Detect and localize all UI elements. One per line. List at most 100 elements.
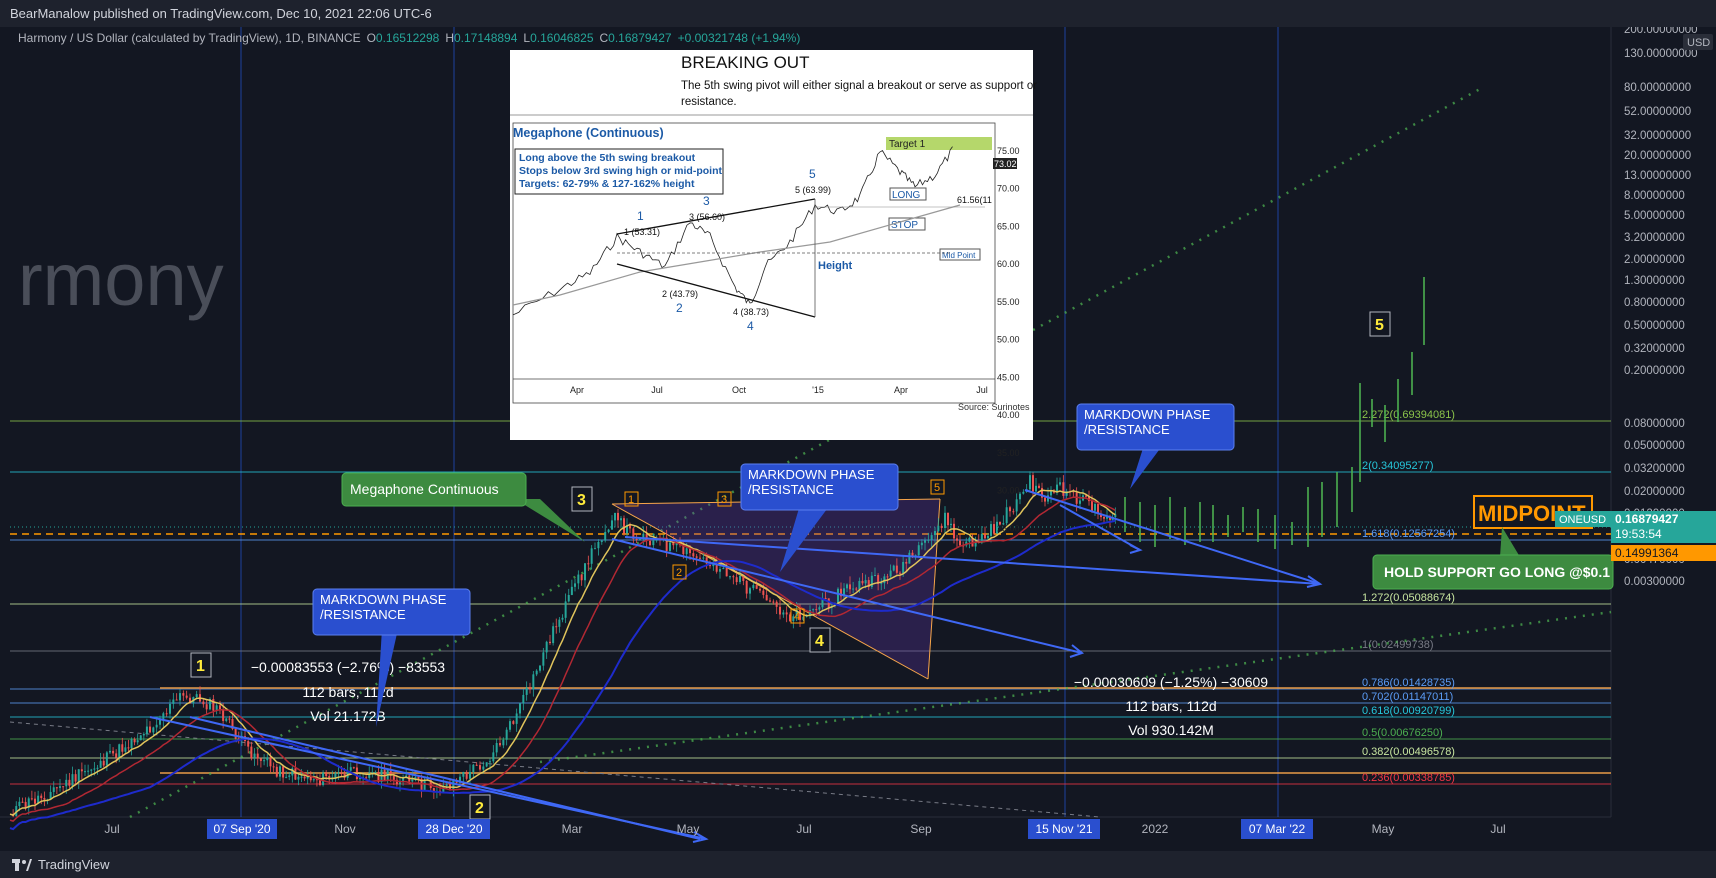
fib-label: 2.272(0.69394081)	[1362, 409, 1455, 421]
fib-label: 2(0.34095277)	[1362, 460, 1434, 472]
price-tick: 0.03200000	[1624, 463, 1685, 475]
svg-text:BREAKING OUT: BREAKING OUT	[681, 53, 809, 72]
inset-y-tick: 45.00	[997, 372, 1020, 382]
price-tick: 32.00000000	[1624, 130, 1691, 142]
footer-bar: TradingView	[0, 851, 1716, 878]
inset-y-tick: 50.00	[997, 335, 1020, 345]
symbol-title: Harmony / US Dollar (calculated by Tradi…	[18, 31, 361, 45]
svg-text:4: 4	[815, 633, 824, 650]
time-tick: May	[1372, 822, 1395, 836]
low-value: 0.16046825	[530, 31, 594, 45]
change-value: +0.00321748 (+1.94%)	[678, 31, 801, 45]
publisher-text: BearManalow published on TradingView.com…	[10, 6, 432, 21]
svg-text:07 Sep '20: 07 Sep '20	[213, 822, 270, 836]
price-tick: 13.00000000	[1624, 170, 1691, 182]
svg-text:2: 2	[676, 567, 682, 579]
inset-y-tick: 70.00	[997, 184, 1020, 194]
measure-1-vol: Vol 21.172B	[310, 708, 386, 724]
svg-text:73.02: 73.02	[994, 159, 1017, 169]
svg-text:STOP: STOP	[891, 220, 918, 231]
svg-text:Height: Height	[818, 260, 853, 272]
svg-text:5 (63.99): 5 (63.99)	[795, 185, 831, 195]
price-tick: 0.20000000	[1624, 365, 1685, 377]
inset-x-tick: Jul	[651, 385, 663, 395]
time-tick: Mar	[562, 822, 583, 836]
time-tick: Sep	[910, 822, 932, 836]
svg-text:Megaphone (Continuous): Megaphone (Continuous)	[513, 126, 664, 140]
svg-text:3: 3	[703, 194, 710, 208]
fib-label: 0.5(0.00676250)	[1362, 727, 1443, 739]
price-tick: 2.00000000	[1624, 254, 1685, 266]
svg-text:3: 3	[721, 494, 727, 506]
measure-2-vol: Vol 930.142M	[1128, 722, 1214, 738]
chart-canvas[interactable]: rmony Harmony / US Dollar (calculated by…	[0, 24, 1716, 851]
price-tick: 0.08000000	[1624, 418, 1685, 430]
svg-text:ONEUSD: ONEUSD	[1559, 514, 1606, 526]
symbol-legend: Harmony / US Dollar (calculated by Tradi…	[18, 31, 800, 45]
inset-y-tick: 65.00	[997, 221, 1020, 231]
svg-text:61.56(11: 61.56(11	[957, 195, 992, 205]
measure-1-change: −0.00083553 (−2.76%) −83553	[251, 659, 445, 675]
svg-text:Long above the 5th swing break: Long above the 5th swing breakout	[519, 152, 696, 164]
price-tick: 0.50000000	[1624, 320, 1685, 332]
price-tick: 1.30000000	[1624, 275, 1685, 287]
inset-x-tick: Oct	[732, 385, 747, 395]
inset-y-tick: 25.00	[997, 523, 1020, 533]
svg-text:2 (43.79): 2 (43.79)	[662, 289, 698, 299]
svg-text:Mid Point: Mid Point	[942, 251, 976, 260]
svg-text:Target 1: Target 1	[889, 139, 926, 150]
inset-y-tick: 55.00	[997, 297, 1020, 307]
currency-label[interactable]: USD	[1687, 37, 1710, 49]
tradingview-logo[interactable]: TradingView	[12, 851, 110, 878]
svg-text:28 Dec '20: 28 Dec '20	[426, 822, 483, 836]
svg-text:5: 5	[934, 482, 940, 494]
close-value: 0.16879427	[608, 31, 672, 45]
svg-text:Stops below 3rd swing high or: Stops below 3rd swing high or mid-point	[519, 165, 722, 177]
symbol-watermark: rmony	[18, 238, 224, 321]
svg-text:The 5th swing pivot will eithe: The 5th swing pivot will either signal a…	[681, 80, 1037, 92]
fib-label: 1(0.02499738)	[1362, 639, 1434, 651]
measure-2-change: −0.00030609 (−1.25%) −30609	[1074, 674, 1268, 690]
svg-text:3: 3	[577, 492, 586, 509]
fib-label: 0.382(0.00496578)	[1362, 746, 1455, 758]
fib-label: 1.618(0.12567254)	[1362, 528, 1455, 540]
fib-label: 0.236(0.00338785)	[1362, 772, 1455, 784]
svg-text:Megaphone Continuous: Megaphone Continuous	[350, 481, 499, 497]
svg-text:Source: Surinotes: Source: Surinotes	[958, 402, 1030, 412]
publisher-bar: BearManalow published on TradingView.com…	[0, 0, 1716, 27]
price-tick: 5.00000000	[1624, 210, 1685, 222]
svg-text:07 Mar '22: 07 Mar '22	[1249, 822, 1306, 836]
inset-x-tick: Apr	[570, 385, 584, 395]
time-tick: Nov	[334, 822, 355, 836]
time-tick: Jul	[796, 822, 811, 836]
measure-2-bars: 112 bars, 112d	[1125, 698, 1216, 714]
price-tick: 0.00300000	[1624, 576, 1685, 588]
svg-text:0.14991364: 0.14991364	[1615, 546, 1679, 560]
inset-x-tick: '15	[812, 385, 824, 395]
svg-text:Targets: 62-79% & 127-162% hei: Targets: 62-79% & 127-162% height	[519, 178, 695, 190]
high-value: 0.17148894	[454, 31, 518, 45]
svg-text:1: 1	[637, 209, 644, 223]
time-tick: Jul	[1490, 822, 1505, 836]
svg-text:19:53:54: 19:53:54	[1615, 527, 1662, 541]
inset-x-tick: Apr	[894, 385, 908, 395]
tradingview-icon	[12, 858, 32, 871]
svg-text:0.16879427: 0.16879427	[1615, 512, 1679, 526]
svg-text:Harmony / US Dollar (calculate: Harmony / US Dollar (calculated by Tradi…	[18, 31, 800, 45]
price-tick: 52.00000000	[1624, 106, 1691, 118]
time-tick: 2022	[1142, 822, 1169, 836]
fib-label: 0.786(0.01428735)	[1362, 677, 1455, 689]
svg-text:HOLD SUPPORT GO LONG @$0.1: HOLD SUPPORT GO LONG @$0.1	[1384, 564, 1610, 580]
inset-y-tick: 35.00	[997, 448, 1020, 458]
time-tick: Jul	[104, 822, 119, 836]
price-tick: 0.05000000	[1624, 440, 1685, 452]
svg-text:1: 1	[628, 494, 634, 506]
chart-area[interactable]: rmony Harmony / US Dollar (calculated by…	[0, 24, 1716, 851]
fib-label: 1.272(0.05088674)	[1362, 592, 1455, 604]
inset-y-tick: 75.00	[997, 146, 1020, 156]
svg-text:2: 2	[475, 800, 484, 817]
price-tick: 20.00000000	[1624, 150, 1691, 162]
price-tick: 0.02000000	[1624, 486, 1685, 498]
svg-text:5: 5	[1375, 317, 1384, 334]
svg-text:4: 4	[794, 611, 800, 623]
